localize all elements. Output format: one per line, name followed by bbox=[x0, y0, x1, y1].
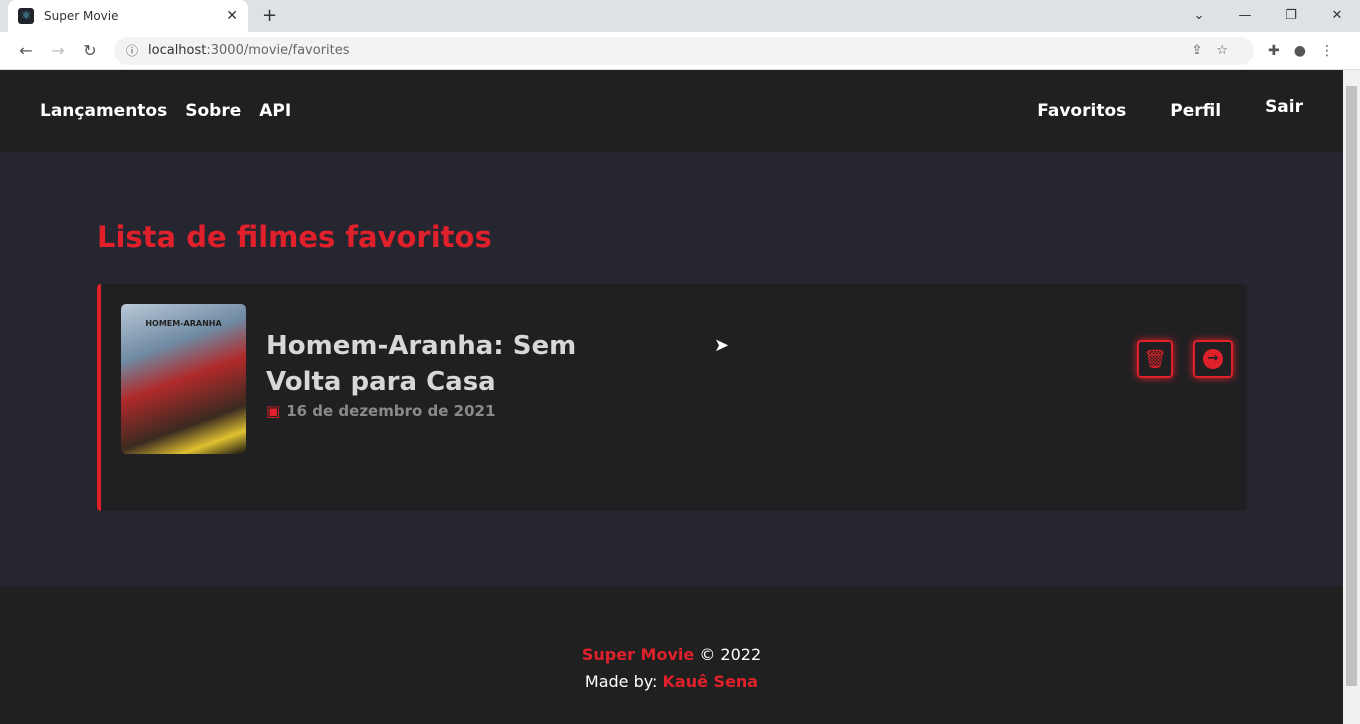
address-bar[interactable]: ⓘ localhost:3000/movie/favorites ⇪☆ bbox=[114, 36, 1254, 65]
close-tab-icon[interactable]: ✕ bbox=[226, 8, 238, 24]
extensions-profile-menu-icons[interactable]: ✚●⋮ bbox=[1268, 43, 1348, 59]
favorite-movie-card: HOMEM-ARANHA Homem-Aranha: Sem Volta par… bbox=[97, 284, 1247, 511]
movie-title: Homem-Aranha: Sem Volta para Casa bbox=[266, 331, 577, 397]
restore-icon[interactable]: ❐ bbox=[1268, 0, 1314, 32]
nav-sair[interactable]: Sair bbox=[1265, 97, 1303, 121]
scrollbar-thumb[interactable] bbox=[1346, 86, 1357, 686]
browser-tabbar: ⚛ Super Movie ✕ + ⌄ — ❐ ✕ bbox=[0, 0, 1360, 32]
info-icon[interactable]: ⓘ bbox=[126, 42, 138, 59]
nav-perfil[interactable]: Perfil bbox=[1170, 101, 1221, 121]
page-title: Lista de filmes favoritos bbox=[97, 220, 492, 254]
navbar: Lançamentos Sobre API Favoritos Perfil S… bbox=[0, 70, 1343, 152]
nav-lancamentos[interactable]: Lançamentos bbox=[40, 101, 167, 121]
tab-title: Super Movie bbox=[44, 9, 119, 23]
open-movie-button[interactable]: → bbox=[1193, 340, 1233, 378]
back-icon[interactable]: ← bbox=[10, 41, 42, 60]
author-link[interactable]: Kauê Sena bbox=[663, 672, 759, 691]
footer: Super Movie © 2022 Made by: Kauê Sena bbox=[0, 586, 1343, 724]
arrow-right-circle-icon: → bbox=[1203, 349, 1223, 369]
trash-icon: 🗑 bbox=[1143, 348, 1167, 370]
tab-search-icon[interactable]: ⌄ bbox=[1176, 0, 1222, 32]
forward-icon[interactable]: → bbox=[42, 41, 74, 60]
browser-toolbar: ← → ↻ ⓘ localhost:3000/movie/favorites ⇪… bbox=[0, 32, 1360, 70]
footer-brand: Super Movie bbox=[581, 645, 695, 664]
reload-icon[interactable]: ↻ bbox=[74, 41, 106, 60]
remove-favorite-button[interactable]: 🗑 bbox=[1137, 340, 1173, 378]
nav-sobre[interactable]: Sobre bbox=[185, 101, 241, 121]
browser-tab[interactable]: ⚛ Super Movie ✕ bbox=[8, 0, 248, 32]
made-by-label: Made by: bbox=[584, 672, 658, 691]
scrollbar[interactable] bbox=[1343, 70, 1360, 724]
page: Lançamentos Sobre API Favoritos Perfil S… bbox=[0, 70, 1343, 724]
footer-copyright: © 2022 bbox=[699, 645, 762, 664]
new-tab-icon[interactable]: + bbox=[262, 5, 277, 26]
movie-poster[interactable]: HOMEM-ARANHA bbox=[121, 304, 246, 454]
url-path: :3000/movie/favorites bbox=[206, 43, 350, 58]
mouse-cursor-icon: ➤ bbox=[714, 335, 730, 356]
share-bookmark-icons[interactable]: ⇪☆ bbox=[1191, 43, 1242, 58]
url-host: localhost bbox=[148, 43, 207, 58]
calendar-icon: ▣ bbox=[266, 402, 281, 420]
close-window-icon[interactable]: ✕ bbox=[1314, 0, 1360, 32]
nav-favoritos[interactable]: Favoritos bbox=[1037, 101, 1126, 121]
poster-text: HOMEM-ARANHA bbox=[145, 319, 222, 328]
react-favicon-icon: ⚛ bbox=[18, 8, 34, 24]
nav-api[interactable]: API bbox=[259, 101, 291, 121]
release-date-text: 16 de dezembro de 2021 bbox=[286, 402, 496, 420]
release-date: ▣ 16 de dezembro de 2021 bbox=[266, 402, 495, 420]
minimize-icon[interactable]: — bbox=[1222, 0, 1268, 32]
